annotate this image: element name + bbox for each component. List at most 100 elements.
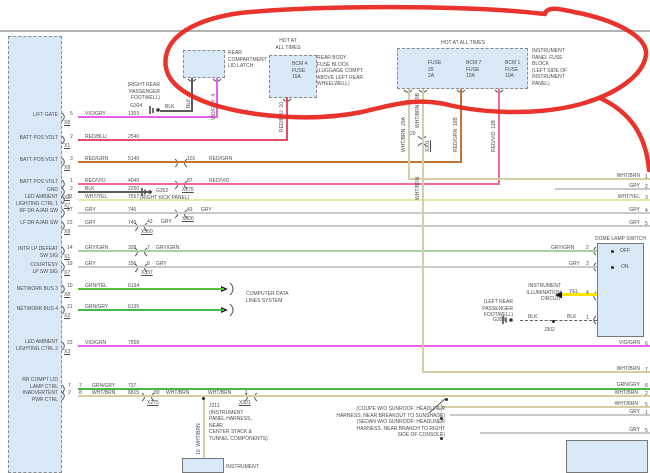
pin-inadvertent: INADVERTENT PWR CTRL	[22, 390, 58, 403]
label-7: 7	[147, 245, 150, 251]
label-gry-grn: GRY/GRN	[85, 245, 109, 251]
wire-wht-brn-6815	[78, 395, 650, 397]
label-1303: 1303	[128, 111, 140, 117]
splice-dot-6	[610, 265, 614, 269]
label-5: 5	[70, 111, 73, 117]
label-8: 8	[79, 390, 82, 396]
j211-label: J211 (INSTRUMENT PANEL HARNESS, NEAR CEN…	[209, 403, 268, 442]
wire-vio-grn-7558	[78, 345, 650, 347]
label-gry: GRY	[569, 261, 580, 267]
g302-label: G302	[156, 188, 169, 194]
sunroof-note: (COUPE W/O SUNROOF: HEADLINER HARNESS, N…	[336, 406, 445, 438]
hot-at-all-times-right: HOT AT ALL TIMES	[441, 40, 485, 46]
pin-bracket	[61, 384, 65, 394]
fuse29-label: FUSE 29 2A	[428, 60, 442, 79]
label-wht-brn: WHT/BRN	[415, 176, 421, 200]
pin-batt-pos-volt-1: BATT POS VOLT	[19, 135, 58, 141]
label-6134: 6134	[128, 283, 140, 289]
ground-symbol-g304	[149, 106, 160, 114]
instrument-label: INSTRUMENT	[226, 464, 259, 470]
label-7: 7	[79, 383, 82, 389]
pin-gnd: GND	[46, 187, 58, 193]
label-14: 14	[67, 245, 73, 251]
label-gry: GRY	[629, 183, 640, 189]
label-6815: 6815	[128, 390, 140, 396]
label-2: 2	[586, 245, 589, 251]
label-5: 5	[645, 221, 648, 227]
label-yel: YEL	[569, 289, 579, 295]
g303-location: (LEFT REAR PASSENGER FOOTWELL)	[482, 299, 513, 318]
label-vio-grn: VIO/GRN	[85, 340, 107, 346]
label-7: 7	[68, 383, 71, 389]
label-3: 3	[70, 156, 73, 162]
label-20: 20	[410, 131, 416, 137]
label-1: 1	[645, 174, 648, 180]
label-5: 5	[645, 402, 648, 408]
label-x1: X1	[64, 143, 71, 149]
label-328: 328	[128, 245, 137, 251]
label-wht-yel: WHT/YEL	[85, 194, 108, 200]
pin-rr-compt-lid: RR COMPT LID LAMP CTRL	[22, 377, 58, 390]
label-red-blu-10: RED/BLU 10	[279, 101, 285, 132]
wire-red-blu-fuse-v	[286, 97, 288, 141]
label-156: 156	[128, 261, 137, 267]
label-blk: BLK	[528, 314, 538, 320]
pin-intr-lp-defeat: INTR LP DEFEAT SW SIG	[18, 246, 58, 259]
label-gry-grn: GRY/GRN	[156, 245, 180, 251]
label-gry: GRY	[201, 207, 212, 213]
label-2: 2	[645, 391, 648, 397]
bcm4-fuse-label: BCM 4 FUSE 15A	[292, 61, 308, 80]
label-gry-grn: GRY/GRN	[551, 245, 575, 251]
label-3: 3	[645, 195, 648, 201]
splice-dot-1	[551, 319, 555, 323]
label-22: 22	[67, 220, 73, 226]
label-x8: X8	[64, 165, 71, 171]
wire-red-vio-fuse-v	[498, 89, 500, 185]
pin-led-ambient-2: LED AMBIENT LIGHTING CTRL 2	[15, 339, 58, 352]
dome-on-label: ON	[621, 264, 629, 270]
label-745: 745	[128, 220, 137, 226]
label-x7: X7	[64, 270, 71, 276]
label-blk: BLK	[567, 314, 577, 320]
instrument-illumination-label: INSTRUMENT ILLUMINATION CIRCUIT	[526, 283, 561, 302]
label-x800: X800	[182, 216, 194, 222]
ip-fuse-block-label: INSTRUMENT PANEL FUSE BLOCK (LEFT SIDE O…	[532, 48, 568, 87]
label-gry: GRY	[85, 261, 96, 267]
g303-label: G303	[493, 317, 506, 323]
label-wht-brn: WHT/BRN	[616, 366, 640, 372]
wire-yel-illum	[562, 293, 597, 296]
label-1: 1	[586, 315, 589, 321]
splice-dot-4	[444, 397, 448, 401]
label-x275: X275	[182, 187, 194, 193]
label-2: 2	[70, 134, 73, 140]
label-grn-gry: GRN/GRY	[92, 383, 116, 389]
label-2540: 2540	[128, 134, 140, 140]
label-746: 746	[128, 207, 137, 213]
label-wht-brn: WHT/BRN	[614, 401, 638, 407]
pin-bracket	[61, 391, 65, 401]
label-x301: X301	[425, 140, 431, 152]
label-blk-2: BLK 2	[186, 92, 192, 108]
label-grn-gry: GRN/GRY	[85, 304, 109, 310]
dome-lamp-switch-box	[597, 243, 644, 337]
label-3: 3	[586, 261, 589, 267]
label-vio-gry: VIO/GRY	[85, 111, 106, 117]
label-blk: BLK	[85, 186, 95, 192]
label-4: 4	[645, 208, 648, 214]
label-wht-brn: WHT/BRN	[208, 390, 232, 396]
splice-dot-0	[201, 396, 205, 400]
label-gry: GRY	[85, 220, 96, 226]
label-red-vio: RED/VIO	[209, 178, 230, 184]
computer-data-label: COMPUTER DATA LINES SYSTEM	[246, 291, 289, 304]
label-blk: BLK	[165, 104, 175, 110]
pin-courtesy: COURTESY LP SW SIG	[30, 262, 58, 275]
label-4040: 4040	[128, 178, 140, 184]
rear-body-fuse-block-label: REAR BODY FUSE BLOCK (LUGGAGE COMPT. ABO…	[317, 55, 364, 87]
splice-dot-2	[439, 416, 443, 420]
label-x8: X8	[64, 292, 71, 298]
label-x337: X337	[141, 270, 153, 276]
label-x8: X8	[64, 120, 71, 126]
label-wht-brn: WHT/BRN	[614, 390, 638, 396]
label-5140: 5140	[128, 156, 140, 162]
label-gry: GRY	[629, 207, 640, 213]
